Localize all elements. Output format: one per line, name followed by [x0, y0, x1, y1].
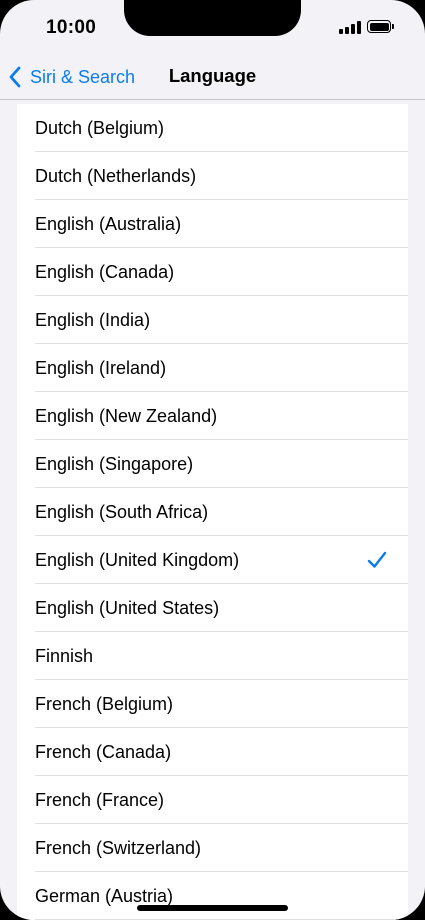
language-row[interactable]: French (Switzerland) [17, 824, 408, 872]
language-row[interactable]: English (United States) [17, 584, 408, 632]
language-label: English (United States) [35, 598, 220, 618]
language-list: Dutch (Belgium) Dutch (Netherlands) Englis… [17, 104, 408, 920]
language-row[interactable]: English (New Zealand) [17, 392, 408, 440]
language-label: English (Ireland) [35, 358, 167, 378]
language-label: French (Canada) [35, 742, 172, 762]
page-title: Language [168, 65, 257, 86]
language-label: Finnish [35, 646, 94, 666]
language-row[interactable]: English (Canada) [17, 248, 408, 296]
language-row[interactable]: English (Australia) [17, 200, 408, 248]
language-row[interactable]: English (United Kingdom) [17, 536, 408, 584]
language-label: English (Australia) [35, 214, 182, 234]
language-row[interactable]: German (Austria) [17, 872, 408, 920]
language-label: English (United Kingdom) [35, 550, 240, 570]
language-label: French (Switzerland) [35, 838, 202, 858]
language-row[interactable]: Dutch (Belgium) [17, 104, 408, 152]
language-label: English (South Africa) [35, 502, 209, 522]
cellular-signal-icon [339, 21, 361, 34]
language-label: Dutch (Belgium) [35, 118, 165, 138]
language-row[interactable]: Finnish [17, 632, 408, 680]
language-row[interactable]: Dutch (Netherlands) [17, 152, 408, 200]
language-label: English (India) [35, 310, 151, 330]
language-row[interactable]: French (France) [17, 776, 408, 824]
language-row[interactable]: French (Belgium) [17, 680, 408, 728]
language-label: French (France) [35, 790, 165, 810]
language-label: English (Canada) [35, 262, 175, 282]
status-time: 10:00 [46, 17, 97, 38]
language-row[interactable]: English (Ireland) [17, 344, 408, 392]
language-row[interactable]: English (South Africa) [17, 488, 408, 536]
language-row[interactable]: English (Singapore) [17, 440, 408, 488]
home-indicator[interactable] [137, 905, 288, 911]
battery-icon [367, 20, 397, 35]
language-label: German (Austria) [35, 886, 174, 906]
language-label: French (Belgium) [35, 694, 174, 714]
navigation-bar: Siri & Search Language [0, 56, 425, 100]
language-label: English (Singapore) [35, 454, 194, 474]
device-notch [124, 0, 301, 36]
language-row[interactable]: French (Canada) [17, 728, 408, 776]
language-label: Dutch (Netherlands) [35, 166, 197, 186]
checkmark-icon [367, 551, 387, 568]
language-label: English (New Zealand) [35, 406, 218, 426]
phone-screen: 10:00 Siri & Search Language Dutch (Belg… [0, 0, 425, 920]
language-row[interactable]: English (India) [17, 296, 408, 344]
